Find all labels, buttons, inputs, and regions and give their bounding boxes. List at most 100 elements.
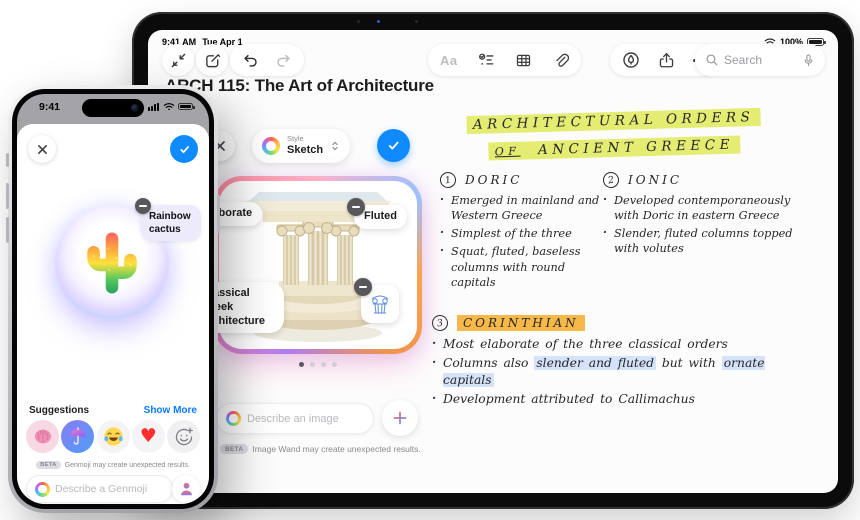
- ionic-section: 2 IONIC Developed contemporaneously with …: [601, 170, 811, 260]
- beta-text: Image Wand may create unexpected results…: [252, 444, 421, 454]
- add-image-button[interactable]: [382, 400, 418, 436]
- page-dot[interactable]: [299, 362, 304, 367]
- doric-bullet: Squat, fluted, baseless columns with rou…: [440, 243, 600, 289]
- genmoji-confirm-button[interactable]: [170, 135, 198, 163]
- ionic-title: IONIC: [628, 173, 682, 187]
- search-field[interactable]: [695, 44, 825, 76]
- redo-button[interactable]: [275, 52, 292, 69]
- note-title: ARCH 115: The Art of Architecture: [165, 76, 434, 95]
- image-wand-beta-note: BETA Image Wand may create unexpected re…: [220, 444, 421, 454]
- beta-badge: BETA: [36, 461, 61, 469]
- checklist-button[interactable]: [478, 52, 495, 69]
- dictation-mic-icon[interactable]: [802, 53, 815, 68]
- tag-rainbow-cactus[interactable]: Rainbow cactus: [135, 198, 201, 241]
- page-indicator: [214, 362, 422, 367]
- suggestion-chips: ♥: [26, 420, 200, 453]
- beta-text: Genmoji may create unexpected results.: [64, 461, 190, 469]
- heading-line-1: ARCHITECTURAL ORDERS: [466, 107, 761, 135]
- ipad-camera-lens: [377, 20, 380, 23]
- compose-button[interactable]: [196, 44, 228, 76]
- laughing-emoji-chip[interactable]: [96, 420, 130, 453]
- plus-icon: [393, 411, 407, 425]
- undo-button[interactable]: [242, 52, 259, 69]
- search-input[interactable]: [724, 53, 797, 67]
- describe-genmoji-input[interactable]: [55, 483, 164, 495]
- stage: 9:41 AM Tue Apr 1 100% Aa Search ARCH 11…: [0, 0, 860, 520]
- close-icon: [37, 144, 47, 154]
- page-dot[interactable]: [310, 362, 315, 367]
- page-dot[interactable]: [321, 362, 326, 367]
- ipad-device: 9:41 AM Tue Apr 1 100% Aa Search ARCH 11…: [132, 12, 854, 509]
- doric-bullet: Emerged in mainland and Western Greece: [440, 192, 600, 223]
- rainbow-cactus-genmoji: [87, 232, 137, 294]
- ipad-camera-dot: [357, 20, 360, 23]
- sketch-reference-chip[interactable]: [354, 278, 399, 323]
- checkmark-icon: [179, 145, 189, 153]
- volume-down-button[interactable]: [6, 217, 9, 243]
- redo-icon: [277, 54, 290, 67]
- style-selector[interactable]: Style Sketch: [252, 129, 351, 163]
- brain-genmoji-chip[interactable]: [26, 420, 59, 453]
- describe-image-field[interactable]: [216, 403, 374, 434]
- checklist-icon: [478, 53, 494, 65]
- iphone-device: 9:41 Rainbow cactus Suggestions Show Mor…: [6, 85, 220, 513]
- collapse-toolbar-button[interactable]: [162, 44, 194, 76]
- new-emoji-chip[interactable]: [167, 420, 200, 453]
- corinthian-number: 3: [430, 313, 450, 333]
- laughing-emoji-icon: [103, 427, 123, 446]
- markup-icon: [623, 52, 639, 68]
- format-text-button[interactable]: Aa: [440, 53, 458, 68]
- doric-bullet: Simplest of the three: [440, 225, 600, 241]
- format-tools-group: Aa: [428, 44, 581, 76]
- volume-up-button[interactable]: [6, 183, 9, 209]
- markup-button[interactable]: [622, 51, 640, 69]
- people-genmoji-button[interactable]: [172, 475, 200, 503]
- image-wand-confirm-button[interactable]: [377, 129, 410, 162]
- heart-emoji-chip[interactable]: ♥: [131, 420, 165, 453]
- umbrella-genmoji-chip[interactable]: [61, 420, 95, 453]
- describe-image-input[interactable]: [247, 412, 364, 425]
- corinthian-bullet: Most elaborate of the three classical or…: [432, 335, 784, 352]
- remove-tag-icon[interactable]: [347, 198, 365, 216]
- handwritten-heading: ARCHITECTURAL ORDERS OF ANCIENT GREECE: [443, 103, 784, 166]
- ionic-bullet: Developed contemporaneously with Doric i…: [603, 192, 811, 223]
- chevron-up-down-icon: [332, 141, 338, 151]
- wifi-icon: [163, 103, 174, 111]
- action-button[interactable]: [6, 153, 9, 167]
- person-icon: [180, 482, 192, 496]
- collapse-icon: [171, 53, 185, 67]
- style-swatch-icon: [262, 137, 280, 155]
- genmoji-beta-note: BETA Genmoji may create unexpected resul…: [17, 461, 209, 469]
- corinthian-section: 3 CORINTHIAN Most elaborate of the three …: [430, 313, 784, 411]
- ionic-bullet: Slender, fluted columns topped with volu…: [603, 225, 811, 256]
- genmoji-close-button[interactable]: [28, 135, 56, 163]
- share-button[interactable]: [658, 52, 675, 69]
- power-button[interactable]: [217, 195, 220, 233]
- remove-tag-icon[interactable]: [135, 198, 151, 214]
- page-dot[interactable]: [332, 362, 337, 367]
- dynamic-island: [82, 99, 144, 117]
- highlighted-phrase: slender and fluted: [534, 356, 656, 371]
- suggestions-label: Suggestions: [29, 405, 90, 416]
- heading-line-2: ANCIENT GREECE: [537, 136, 735, 159]
- corinthian-bullet: Columns also slender and fluted but with…: [432, 354, 784, 388]
- ipad-screen: 9:41 AM Tue Apr 1 100% Aa Search ARCH 11…: [148, 30, 838, 493]
- attach-button[interactable]: [552, 52, 569, 69]
- table-button[interactable]: [515, 52, 532, 69]
- apple-intelligence-icon: [226, 411, 241, 426]
- remove-tag-icon[interactable]: [354, 278, 372, 296]
- iphone-time: 9:41: [39, 101, 61, 113]
- style-label: Style: [287, 134, 304, 144]
- tag-fluted[interactable]: Fluted: [347, 198, 407, 229]
- style-value: Sketch: [287, 143, 324, 156]
- corinthian-title: CORINTHIAN: [457, 315, 585, 331]
- cellular-signal-icon: [147, 102, 159, 111]
- describe-genmoji-field[interactable]: [26, 475, 173, 503]
- undo-icon: [244, 54, 257, 67]
- column-sketch-icon: [371, 295, 389, 314]
- show-more-link[interactable]: Show More: [144, 405, 197, 416]
- doric-number: 1: [438, 170, 458, 190]
- doric-section: 1 DORIC Emerged in mainland and Western G…: [438, 170, 600, 293]
- add-emoji-icon: [175, 427, 193, 445]
- paperclip-icon: [555, 53, 569, 67]
